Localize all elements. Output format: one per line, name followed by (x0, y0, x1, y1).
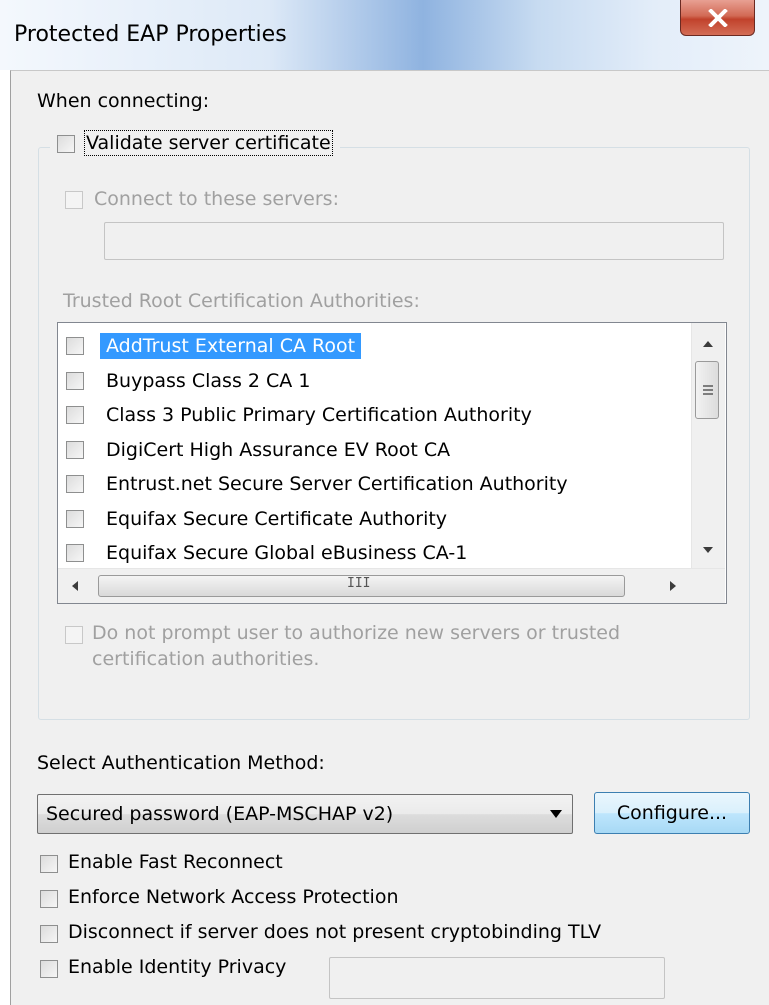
validate-server-cert-checkbox[interactable] (57, 135, 75, 153)
validate-server-cert-label[interactable]: Validate server certificate (84, 130, 333, 156)
list-item-label: Buypass Class 2 CA 1 (106, 369, 311, 392)
list-item[interactable]: DigiCert High Assurance EV Root CA (66, 433, 686, 467)
list-item[interactable]: Buypass Class 2 CA 1 (66, 364, 686, 398)
list-item-label: Class 3 Public Primary Certification Aut… (106, 404, 532, 426)
list-item-label: Equifax Secure Certificate Authority (106, 507, 448, 530)
auth-method-value: Secured password (EAP-MSCHAP v2) (46, 803, 394, 825)
list-item[interactable]: AddTrust External CA Root (66, 329, 686, 363)
option-label: Enforce Network Access Protection (68, 886, 399, 908)
list-item-label: AddTrust External CA Root (100, 333, 362, 359)
do-not-prompt-checkbox[interactable] (65, 626, 83, 644)
list-item-label: Equifax Secure Global eBusiness CA-1 (106, 542, 468, 564)
list-item-label: Entrust.net Secure Server Certification … (106, 473, 568, 495)
do-not-prompt-label-line1: Do not prompt user to authorize new serv… (92, 622, 621, 644)
list-item-checkbox[interactable] (66, 475, 84, 493)
list-item-label: DigiCert High Assurance EV Root CA (106, 438, 451, 461)
trusted-root-list[interactable]: AddTrust External CA Root Buypass Class 2… (57, 322, 727, 604)
auth-method-select[interactable]: Secured password (EAP-MSCHAP v2) (37, 794, 573, 834)
title-bar: Protected EAP Properties (0, 0, 769, 70)
list-item[interactable]: Entrust.net Secure Server Certification … (66, 467, 686, 501)
list-item-checkbox[interactable] (66, 509, 84, 528)
list-item[interactable]: Equifax Secure Certificate Authority (66, 502, 686, 536)
option-label: Disconnect if server does not present cr… (68, 921, 602, 943)
vertical-scrollbar[interactable] (691, 323, 725, 568)
close-button[interactable] (680, 0, 755, 36)
connect-to-servers-label: Connect to these servers: (94, 188, 339, 210)
scroll-down-icon[interactable] (703, 547, 713, 553)
grip-icon (703, 385, 713, 395)
auth-method-label: Select Authentication Method: (37, 752, 325, 774)
list-item-checkbox[interactable] (66, 440, 84, 459)
identity-privacy-input[interactable] (329, 957, 665, 999)
vertical-scroll-thumb[interactable] (695, 361, 719, 419)
option-label: Enable Fast Reconnect (68, 851, 283, 873)
list-item[interactable]: Equifax Secure Global eBusiness CA-1 (66, 536, 686, 570)
window-title: Protected EAP Properties (14, 22, 287, 47)
scroll-left-icon[interactable] (72, 581, 78, 591)
list-item[interactable]: Class 3 Public Primary Certification Aut… (66, 398, 686, 432)
when-connecting-label: When connecting: (37, 90, 210, 112)
option-checkbox[interactable] (40, 925, 58, 943)
do-not-prompt-label-line2: certification authorities. (92, 648, 320, 670)
option-checkbox[interactable] (40, 855, 58, 873)
option-checkbox[interactable] (40, 890, 58, 908)
option-label: Enable Identity Privacy (68, 956, 287, 978)
horizontal-scroll-thumb[interactable]: III (98, 575, 625, 597)
horizontal-scrollbar[interactable]: III (58, 568, 725, 603)
horizontal-grip: III (347, 576, 371, 591)
connect-to-servers-checkbox[interactable] (65, 191, 83, 209)
configure-button[interactable]: Configure... (594, 792, 750, 834)
chevron-down-icon (550, 810, 562, 818)
configure-button-label: Configure... (616, 802, 728, 824)
list-item-checkbox[interactable] (66, 371, 84, 390)
option-checkbox[interactable] (40, 960, 58, 978)
servers-input[interactable] (104, 222, 724, 260)
scroll-right-icon[interactable] (670, 581, 676, 591)
scroll-up-icon[interactable] (703, 341, 713, 347)
list-item-checkbox[interactable] (66, 406, 84, 424)
list-item-checkbox[interactable] (66, 544, 84, 562)
list-item-checkbox[interactable] (66, 337, 84, 355)
trusted-root-label: Trusted Root Certification Authorities: (63, 290, 420, 312)
close-icon (707, 8, 728, 27)
